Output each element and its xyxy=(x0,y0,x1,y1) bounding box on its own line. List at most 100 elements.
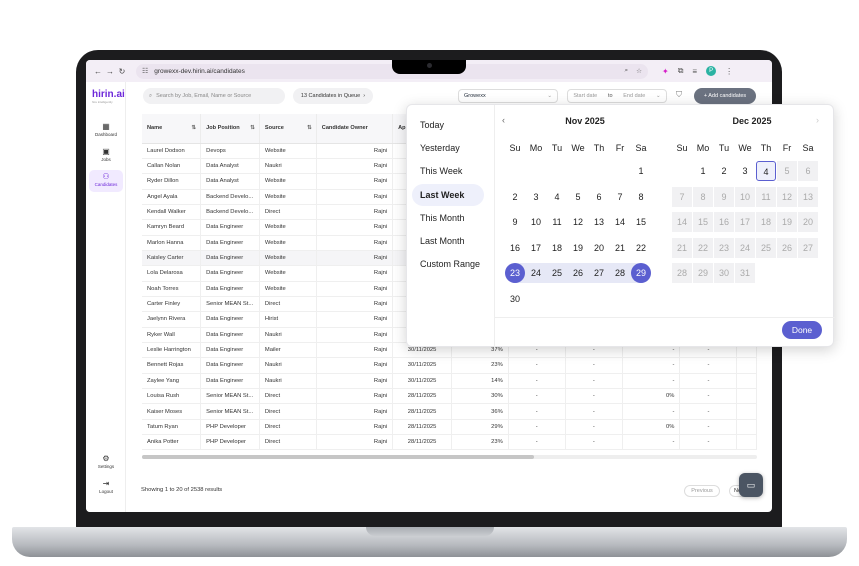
filter-icon[interactable]: ⛉ xyxy=(676,90,682,100)
calendar-day[interactable]: 27 xyxy=(589,263,609,283)
table-row[interactable]: Louisa Rush Senior MEAN St... Direct Rajni 2… xyxy=(142,388,757,405)
preset-last-month[interactable]: Last Month xyxy=(412,230,484,252)
calendar-day[interactable]: 3 xyxy=(526,187,546,207)
back-arrow-icon[interactable]: ← xyxy=(92,67,104,76)
sparkle-icon[interactable]: ✦ xyxy=(662,67,669,76)
table-row[interactable]: Kaiser Moses Senior MEAN St... Direct Rajni… xyxy=(142,403,757,420)
sidebar-item-dashboard[interactable]: ▦ Dashboard xyxy=(89,120,123,142)
app-logo[interactable]: hirin.ai hire intelligently xyxy=(92,89,125,104)
calendar-day[interactable]: 2 xyxy=(505,187,525,207)
sidebar-item-candidates[interactable]: ⚇ Candidates xyxy=(89,170,123,192)
calendar-day[interactable]: 25 xyxy=(547,263,567,283)
scrollbar-thumb[interactable] xyxy=(142,455,534,459)
chat-button[interactable]: ▭ xyxy=(739,473,763,497)
calendar-day[interactable]: 26 xyxy=(568,263,588,283)
calendar-day[interactable]: 13 xyxy=(589,212,609,232)
date-range-input[interactable]: Start date to End date ⌄ xyxy=(567,89,667,103)
table-row[interactable]: Bennett Rojas Data Engineer Naukri Rajni 30/… xyxy=(142,357,757,374)
calendar-day[interactable]: 28 xyxy=(610,263,630,283)
calendar-day[interactable]: 23 xyxy=(505,263,525,283)
calendar-day[interactable]: 19 xyxy=(568,238,588,258)
calendar-day[interactable]: 9 xyxy=(505,212,525,232)
calendar-day[interactable]: 1 xyxy=(693,161,713,181)
cell-name[interactable]: Lola Delarosa xyxy=(142,265,202,282)
calendar-day[interactable]: 11 xyxy=(547,212,567,232)
preset-last-week[interactable]: Last Week xyxy=(412,183,484,206)
cell-name[interactable]: Kamryn Beard xyxy=(142,219,202,236)
cell-name[interactable]: Leslie Harrington xyxy=(142,342,202,359)
calendar-day[interactable]: 15 xyxy=(631,212,651,232)
calendar-day[interactable]: 16 xyxy=(505,238,525,258)
cell-name[interactable]: Kaiser Moses xyxy=(142,403,202,420)
site-settings-icon[interactable]: ☷ xyxy=(142,67,148,75)
cell-name[interactable]: Bennett Rojas xyxy=(142,357,202,374)
calendar-day[interactable]: 2 xyxy=(714,161,734,181)
column-header-owner[interactable]: Candidate Owner xyxy=(316,114,394,144)
calendar-day[interactable]: 3 xyxy=(735,161,755,181)
calendar-day[interactable]: 4 xyxy=(547,187,567,207)
preset-custom-range[interactable]: Custom Range xyxy=(412,253,484,275)
cell-name[interactable]: Jaelynn Rivera xyxy=(142,311,202,328)
forward-arrow-icon[interactable]: → xyxy=(104,67,116,76)
calendar-day[interactable]: 20 xyxy=(589,238,609,258)
calendar-day[interactable]: 5 xyxy=(568,187,588,207)
sidebar-item-settings[interactable]: ⚙ Settings xyxy=(89,452,123,474)
calendar-day[interactable]: 18 xyxy=(547,238,567,258)
cell-name[interactable]: Callan Nolan xyxy=(142,158,202,175)
cell-name[interactable]: Zaylee Yang xyxy=(142,373,202,390)
calendar-day[interactable]: 24 xyxy=(526,263,546,283)
cell-name[interactable]: Ryker Wall xyxy=(142,327,202,343)
preset-today[interactable]: Today xyxy=(412,114,484,136)
bookmark-star-icon[interactable]: ☆ xyxy=(636,67,642,75)
calendar-day[interactable]: 12 xyxy=(568,212,588,232)
column-header-job[interactable]: Job Position ⇅ xyxy=(200,114,260,144)
table-row[interactable]: Anika Potter PHP Developer Direct Rajni 28/1… xyxy=(142,434,757,451)
cell-name[interactable]: Kendall Walker xyxy=(142,204,202,221)
calendar-day[interactable]: 29 xyxy=(631,263,651,283)
table-row[interactable]: Zaylee Yang Data Engineer Naukri Rajni 30/11… xyxy=(142,373,757,390)
workspace-select[interactable]: Growexx ⌄ xyxy=(458,89,558,103)
browser-menu-icon[interactable]: ⋮ xyxy=(725,67,733,76)
calendar-day[interactable]: 4 xyxy=(756,161,776,181)
sort-icon[interactable]: ⇅ xyxy=(250,125,255,131)
cell-name[interactable]: Kaisley Carter xyxy=(142,250,202,267)
preset-yesterday[interactable]: Yesterday xyxy=(412,137,484,159)
cell-name[interactable]: Ryder Dillon xyxy=(142,173,202,190)
cell-name[interactable]: Angel Ayala xyxy=(142,189,202,205)
cell-name[interactable]: Laurel Dodson xyxy=(142,143,202,159)
sort-icon[interactable]: ⇅ xyxy=(191,125,196,131)
cell-name[interactable]: Noah Torres xyxy=(142,281,202,297)
cell-name[interactable]: Marlon Hanna xyxy=(142,235,202,251)
calendar-day[interactable]: 21 xyxy=(610,238,630,258)
calendar-day[interactable]: 8 xyxy=(631,187,651,207)
cell-name[interactable]: Carter Finley xyxy=(142,296,202,313)
done-button[interactable]: Done xyxy=(782,321,822,339)
zoom-icon[interactable]: ⌕ xyxy=(625,67,629,75)
calendar-day[interactable]: 14 xyxy=(610,212,630,232)
cell-name[interactable]: Tatum Ryan xyxy=(142,419,202,436)
sort-icon[interactable]: ⇅ xyxy=(307,125,312,131)
column-header-source[interactable]: Source ⇅ xyxy=(259,114,317,144)
preset-this-month[interactable]: This Month xyxy=(412,207,484,229)
profile-avatar[interactable]: P xyxy=(706,66,717,76)
candidate-search-input[interactable]: ⌕ Search by Job, Email, Name or Source xyxy=(143,88,285,104)
media-icon[interactable]: ≡ xyxy=(692,67,697,76)
calendar-day[interactable]: 22 xyxy=(631,238,651,258)
queue-button[interactable]: 13 Candidates in Queue › xyxy=(293,88,373,104)
calendar-day[interactable]: 30 xyxy=(505,289,525,309)
table-row[interactable]: Tatum Ryan PHP Developer Direct Rajni 28/11/… xyxy=(142,419,757,436)
calendar-day[interactable]: 10 xyxy=(526,212,546,232)
cell-name[interactable]: Louisa Rush xyxy=(142,388,202,405)
reload-icon[interactable]: ↻ xyxy=(116,67,128,76)
calendar-day[interactable]: 6 xyxy=(589,187,609,207)
cell-name[interactable]: Anika Potter xyxy=(142,434,202,451)
column-header-name[interactable]: Name ⇅ xyxy=(142,114,202,144)
sidebar-item-jobs[interactable]: ▣ Jobs xyxy=(89,145,123,167)
extensions-icon[interactable]: ⧉ xyxy=(678,66,684,76)
previous-page-button[interactable]: Previous xyxy=(684,485,720,497)
add-candidates-button[interactable]: + Add candidates xyxy=(694,88,756,104)
calendar-day[interactable]: 7 xyxy=(610,187,630,207)
horizontal-scrollbar[interactable] xyxy=(142,455,757,459)
preset-this-week[interactable]: This Week xyxy=(412,160,484,182)
calendar-day[interactable]: 17 xyxy=(526,238,546,258)
